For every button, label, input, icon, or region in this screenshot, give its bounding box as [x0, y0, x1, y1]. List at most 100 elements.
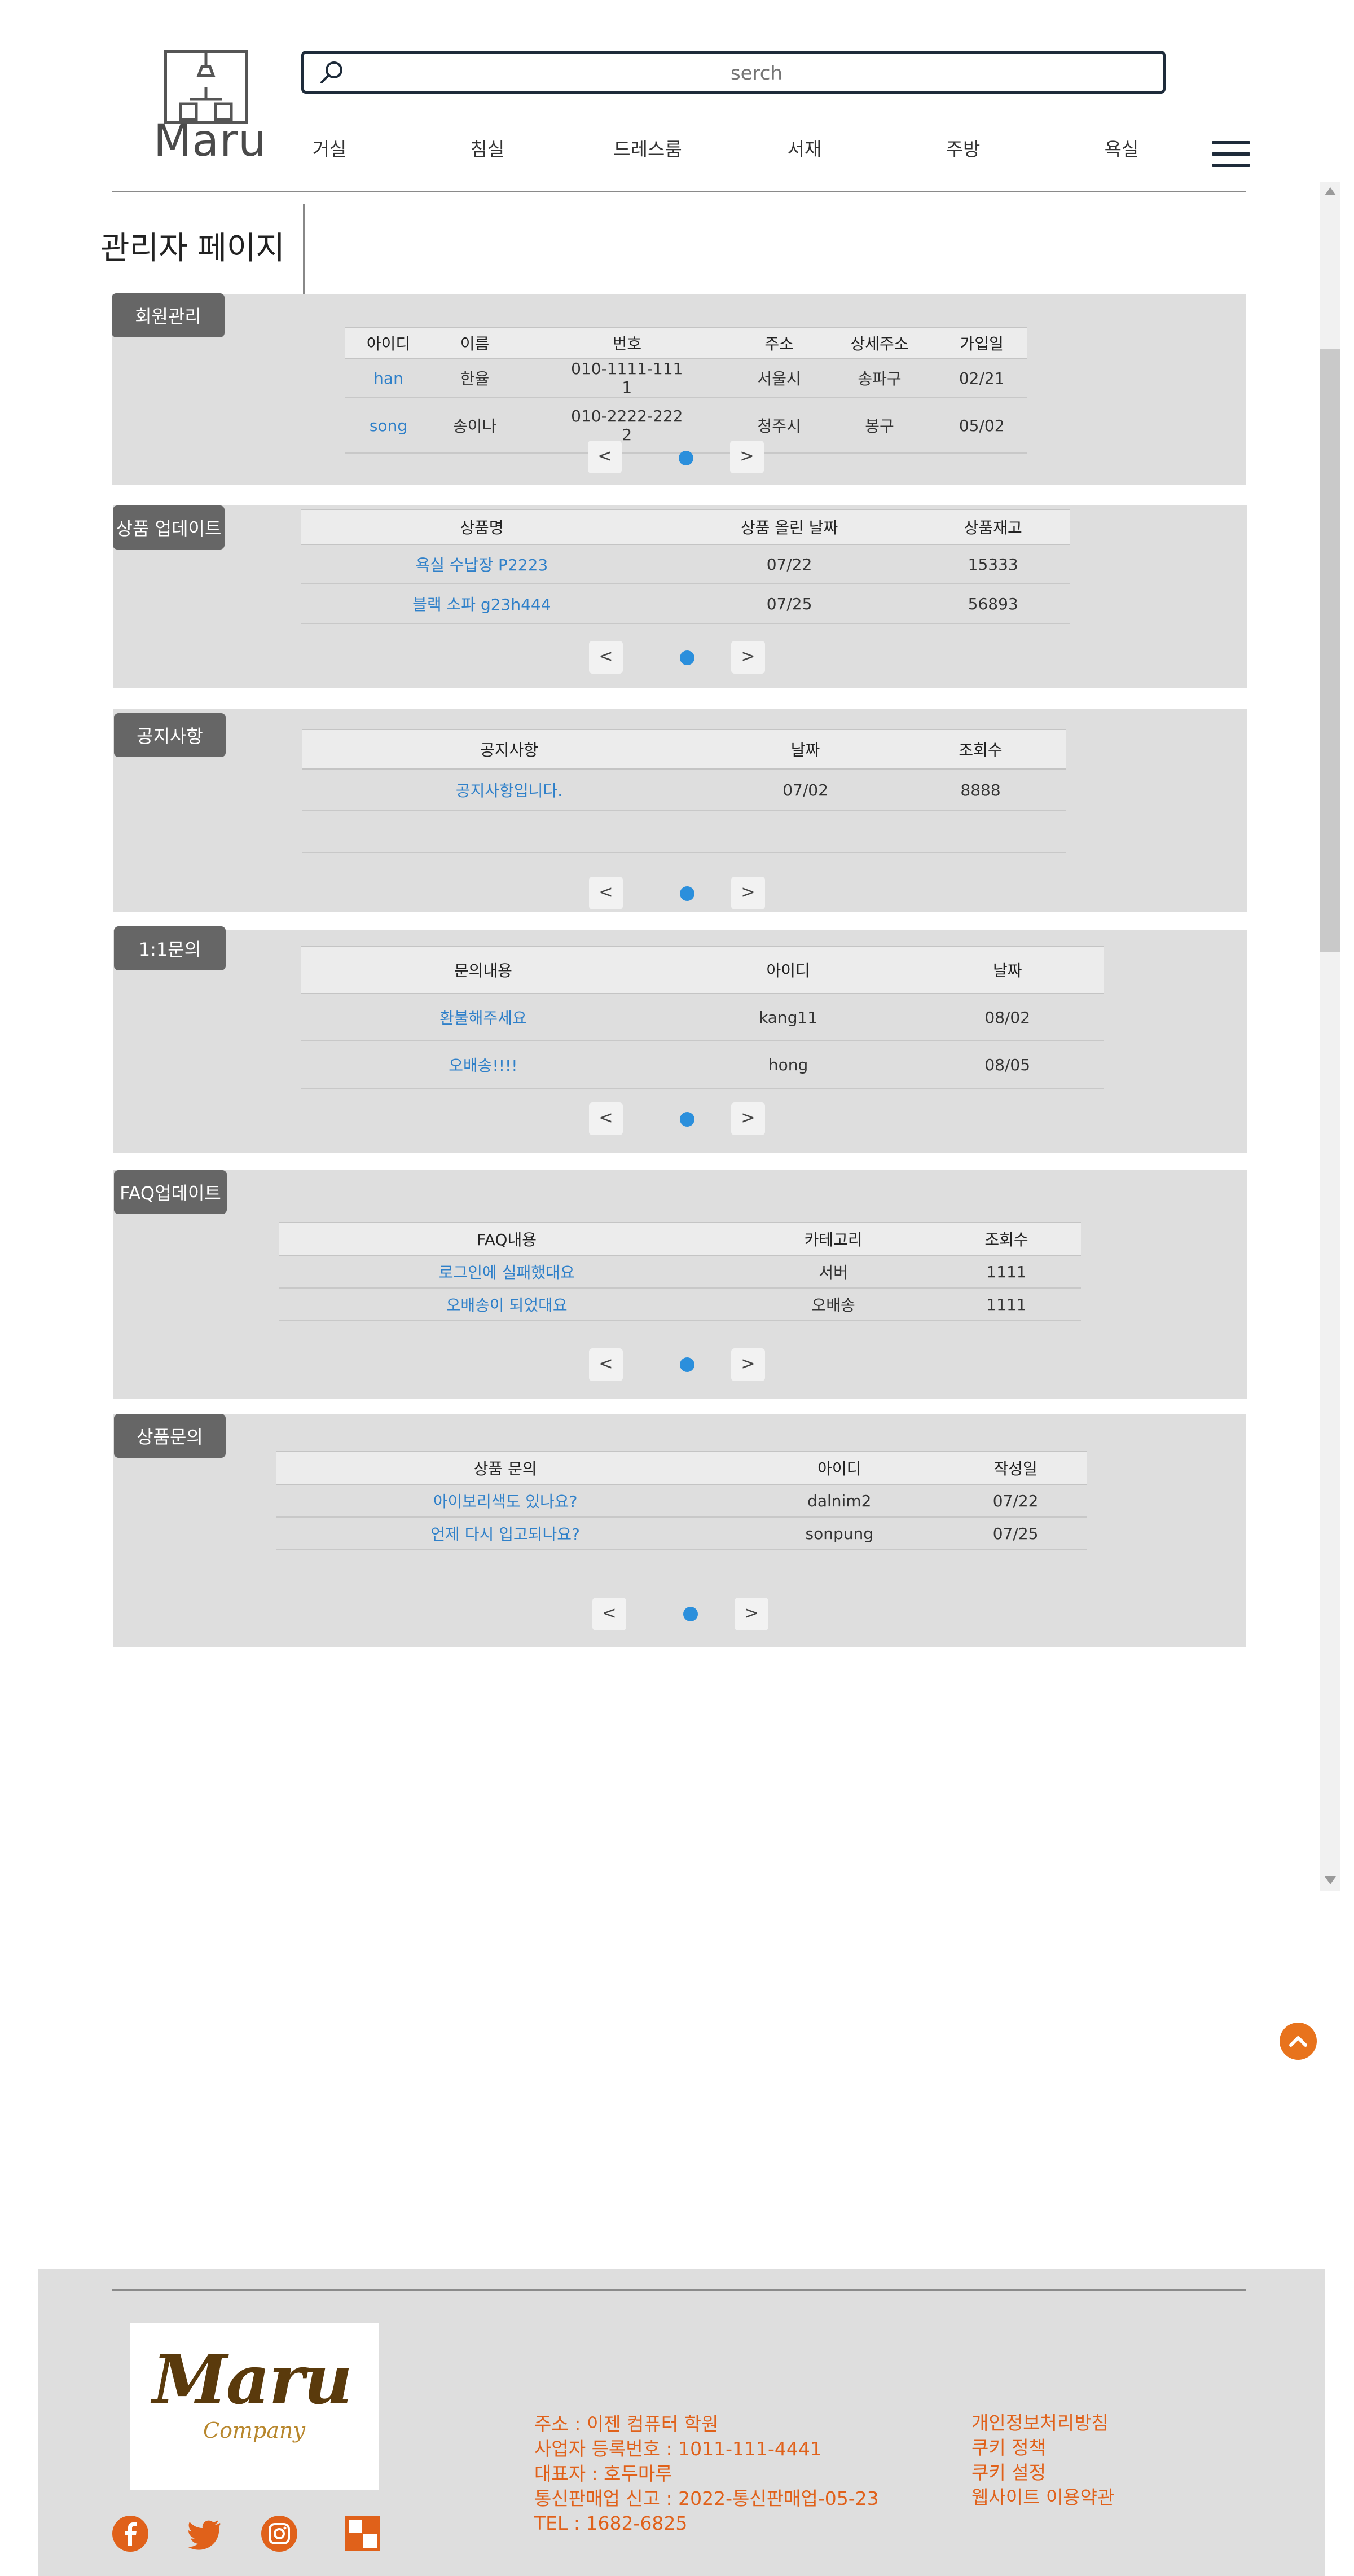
product-name-link[interactable]: 욕실 수납장 P2223 [301, 544, 662, 584]
product-date: 07/22 [662, 544, 917, 584]
member-phone-line2: 1 [622, 378, 632, 397]
scroll-down-icon[interactable] [1325, 1876, 1336, 1884]
nav-item-kitchen[interactable]: 주방 [918, 134, 1008, 161]
prev-page-button[interactable]: < [589, 877, 623, 909]
nav-item-living-room[interactable]: 거실 [284, 134, 375, 161]
product-question-id: dalnim2 [734, 1484, 945, 1518]
products-label[interactable]: 상품 업데이트 [113, 505, 225, 550]
members-table: 아이디 이름 번호 주소 상세주소 가입일 han 한율 010-1111-11… [345, 327, 1027, 454]
logo-text[interactable]: Maru [153, 116, 267, 166]
column-header: 이름 [432, 327, 518, 359]
cookie-policy-link[interactable]: 쿠키 정책 [971, 2436, 1114, 2460]
prev-page-button[interactable]: < [589, 1348, 623, 1381]
column-header: 상품명 [301, 509, 662, 545]
table-row: 환불해주세요 kang11 08/02 [301, 994, 1104, 1041]
inquiry-content-link[interactable]: 오배송!!!! [301, 1041, 665, 1089]
column-header: 작성일 [944, 1451, 1087, 1485]
table-row: song 송이나 010-2222-222 2 청주시 봉구 05/02 [345, 398, 1027, 454]
inquiry-content-link[interactable]: 환불해주세요 [301, 994, 665, 1041]
next-page-button[interactable]: > [731, 877, 765, 909]
scroll-up-icon[interactable] [1325, 187, 1336, 195]
page-indicator-dot[interactable] [680, 1357, 694, 1372]
prev-page-button[interactable]: < [588, 441, 622, 473]
inquiries-table: 문의내용 아이디 날짜 환불해주세요 kang11 08/02 오배송!!!! … [301, 946, 1104, 1089]
terms-of-use-link[interactable]: 웹사이트 이용약관 [971, 2485, 1114, 2510]
page-indicator-dot[interactable] [680, 886, 694, 901]
footer-company-info: 주소 : 이젠 컴퓨터 학원 사업자 등록번호 : 1011-111-4441 … [534, 2412, 879, 2536]
inquiries-label[interactable]: 1:1문의 [114, 926, 226, 970]
footer-logo[interactable]: Maru Company [130, 2323, 379, 2490]
notices-table: 공지사항 날짜 조회수 공지사항입니다. 07/02 8888 [302, 729, 1066, 853]
prev-page-button[interactable]: < [592, 1598, 626, 1630]
product-question-link[interactable]: 아이보리색도 있나요? [276, 1484, 735, 1518]
prev-page-button[interactable]: < [589, 1102, 623, 1135]
nav-item-dressroom[interactable]: 드레스룸 [603, 134, 693, 161]
members-label[interactable]: 회원관리 [112, 293, 225, 337]
member-phone-line1: 010-2222-222 [571, 407, 683, 425]
twitter-icon[interactable] [186, 2515, 223, 2552]
privacy-policy-link[interactable]: 개인정보처리방침 [971, 2411, 1114, 2436]
table-row: 로그인에 실패했대요 서버 1111 [279, 1255, 1081, 1289]
menu-icon[interactable] [1212, 141, 1250, 170]
column-header: 조회수 [895, 729, 1066, 770]
product-question-link[interactable]: 언제 다시 입고되나요? [276, 1517, 735, 1550]
faq-content-link[interactable]: 로그인에 실패했대요 [279, 1255, 735, 1289]
scroll-to-top-button[interactable] [1280, 2023, 1317, 2060]
product-stock: 56893 [916, 584, 1070, 624]
faq-label[interactable]: FAQ업데이트 [114, 1170, 227, 1214]
nav-item-bathroom[interactable]: 욕실 [1076, 134, 1167, 161]
next-page-button[interactable]: > [731, 1102, 765, 1135]
nav-item-bedroom[interactable]: 침실 [442, 134, 533, 161]
footer-logo-script: Maru [152, 2340, 353, 2420]
member-id-link[interactable]: song [345, 398, 432, 454]
page-title: 관리자 페이지 [100, 230, 285, 267]
next-page-button[interactable]: > [735, 1598, 768, 1630]
chevron-up-icon [1289, 2036, 1307, 2047]
column-header: 상품 문의 [276, 1451, 735, 1485]
page-indicator-dot[interactable] [683, 1607, 698, 1621]
prev-page-button[interactable]: < [589, 641, 623, 674]
page-indicator-dot[interactable] [680, 650, 694, 665]
scrollbar[interactable] [1320, 182, 1340, 1891]
product-question-id: sonpung [734, 1517, 945, 1550]
member-joined: 02/21 [937, 358, 1027, 398]
next-page-button[interactable]: > [731, 1348, 765, 1381]
facebook-icon[interactable] [112, 2515, 149, 2552]
table-row: 오배송!!!! hong 08/05 [301, 1041, 1104, 1089]
member-id-link[interactable]: han [345, 358, 432, 398]
blog-icon[interactable] [344, 2515, 381, 2552]
product-question-date: 07/22 [944, 1484, 1087, 1518]
notice-date: 07/02 [716, 769, 895, 811]
notices-label[interactable]: 공지사항 [114, 713, 226, 757]
column-header: 가입일 [937, 327, 1027, 359]
inquiry-id: hong [665, 1041, 912, 1089]
column-header: 카테고리 [735, 1222, 932, 1256]
page-indicator-dot[interactable] [679, 451, 693, 465]
product-name-link[interactable]: 블랙 소파 g23h444 [301, 584, 662, 624]
faq-category: 오배송 [735, 1288, 932, 1321]
product-qna-label[interactable]: 상품문의 [114, 1414, 226, 1458]
search-input[interactable] [366, 59, 1147, 87]
scrollbar-thumb[interactable] [1320, 349, 1340, 952]
table-row: 언제 다시 입고되나요? sonpung 07/25 [276, 1517, 1087, 1550]
search-icon[interactable] [319, 59, 345, 85]
footer-ceo: 대표자 : 호두마루 [534, 2463, 672, 2485]
page-indicator-dot[interactable] [680, 1112, 694, 1127]
logo-icon[interactable] [164, 50, 248, 124]
member-name: 송이나 [432, 398, 518, 454]
faq-content-link[interactable]: 오배송이 되었대요 [279, 1288, 735, 1321]
cookie-settings-link[interactable]: 쿠키 설정 [971, 2460, 1114, 2485]
notice-title-link[interactable]: 공지사항입니다. [302, 769, 716, 811]
search-bar [301, 51, 1166, 94]
nav-item-study[interactable]: 서재 [759, 134, 850, 161]
instagram-icon[interactable] [261, 2515, 298, 2552]
next-page-button[interactable]: > [730, 441, 764, 473]
table-row: 아이보리색도 있나요? dalnim2 07/22 [276, 1484, 1087, 1518]
column-header: 상품재고 [916, 509, 1070, 545]
column-header: 공지사항 [302, 729, 716, 770]
faq-category: 서버 [735, 1255, 932, 1289]
column-header: 조회수 [932, 1222, 1081, 1256]
next-page-button[interactable]: > [731, 641, 765, 674]
member-detail: 송파구 [822, 358, 937, 398]
table-row: 블랙 소파 g23h444 07/25 56893 [301, 584, 1070, 624]
